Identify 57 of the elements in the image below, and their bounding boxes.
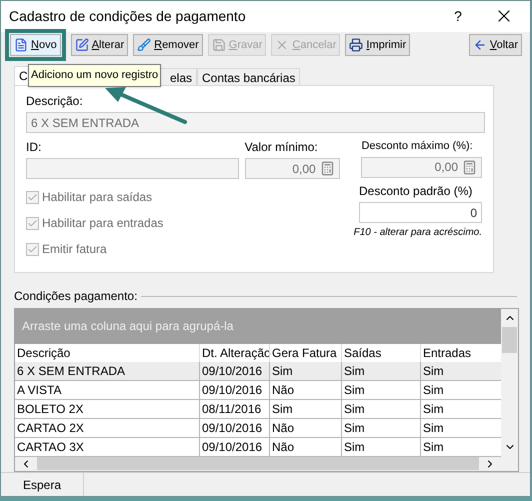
window-title: Cadastro de condições de pagamento <box>9 6 247 26</box>
table-cell: Sim <box>341 380 420 399</box>
table-cell: Sim <box>341 418 420 437</box>
arrow-left-icon <box>472 38 487 52</box>
table-cell: 09/10/2016 <box>199 380 269 399</box>
checkbox-label: Habilitar para entradas <box>42 215 164 232</box>
field-label: Descrição: <box>26 93 84 110</box>
table-row[interactable]: A VISTA 09/10/2016 Não Sim Sim <box>15 380 501 400</box>
table-cell: 08/11/2016 <box>199 400 269 418</box>
column-header[interactable]: Descrição <box>15 344 199 362</box>
table-cell: 09/10/2016 <box>199 438 269 456</box>
document-icon <box>14 38 28 52</box>
checkbox-label: Habilitar para saídas <box>42 189 152 206</box>
table-row[interactable]: CARTAO 3X 09/10/2016 Não Sim Sim <box>15 438 501 457</box>
field-label: Valor mínimo: <box>244 139 319 156</box>
table-row[interactable]: BOLETO 2X 08/11/2016 Sim Sim Sim <box>15 400 501 419</box>
table-row[interactable]: CARTAO 2X 09/10/2016 Não Sim Sim <box>15 418 501 438</box>
table-cell: Sim <box>269 362 341 380</box>
section-title: Condições pagamento: <box>14 288 138 305</box>
table-cell: Não <box>269 438 341 456</box>
table-cell: Sim <box>341 400 420 418</box>
table-row[interactable]: 6 X SEM ENTRADA 09/10/2016 Sim Sim Sim <box>15 362 501 381</box>
brush-icon <box>137 38 152 52</box>
save-icon <box>212 38 226 52</box>
hint-text: F10 - alterar para acréscimo. <box>354 226 482 240</box>
table-cell: Sim <box>269 400 341 418</box>
tooltip: Adiciono um novo registro <box>28 64 162 86</box>
table-cell: 09/10/2016 <box>199 418 269 437</box>
table-cell-text: CARTAO 3X <box>16 438 85 456</box>
table-cell: Sim <box>341 362 420 380</box>
table-cell-text: CARTAO 2X <box>16 420 85 437</box>
table-cell-text: A VISTA <box>16 382 62 399</box>
vertical-scrollbar[interactable] <box>501 309 518 471</box>
table-cell: Não <box>269 418 341 437</box>
tab[interactable]: Contas bancárias <box>197 68 300 86</box>
horizontal-scrollbar[interactable] <box>15 456 501 471</box>
field-label: ID: <box>26 139 42 156</box>
checkbox-label: Emitir fatura <box>42 241 107 258</box>
status-text: Espera <box>1 473 84 496</box>
help-button[interactable]: ? <box>438 6 478 27</box>
toolbar-button[interactable]: Alterar <box>70 34 128 56</box>
group-hint: Arraste uma coluna aqui para agrupá-la <box>22 318 234 336</box>
field-label: Desconto máximo (%): <box>361 139 474 154</box>
table-cell-text: 6 X SEM ENTRADA <box>16 362 126 380</box>
toolbar-button[interactable]: Remover <box>133 34 203 56</box>
printer-icon <box>349 38 364 52</box>
table-cell: Não <box>269 380 341 399</box>
table-cell: Sim <box>341 438 420 456</box>
toolbar-button[interactable]: Imprimir <box>345 34 410 56</box>
field-label: Desconto padrão (%) <box>359 183 474 200</box>
input-field[interactable]: 0 <box>359 202 482 224</box>
scrollbar-thumb[interactable] <box>502 327 517 353</box>
toolbar-button[interactable]: Voltar <box>468 34 522 56</box>
table-cell: 09/10/2016 <box>199 362 269 380</box>
edit-icon <box>74 38 89 52</box>
table-cell-text: BOLETO 2X <box>16 400 84 418</box>
toolbar-button[interactable]: Novo <box>10 34 61 56</box>
